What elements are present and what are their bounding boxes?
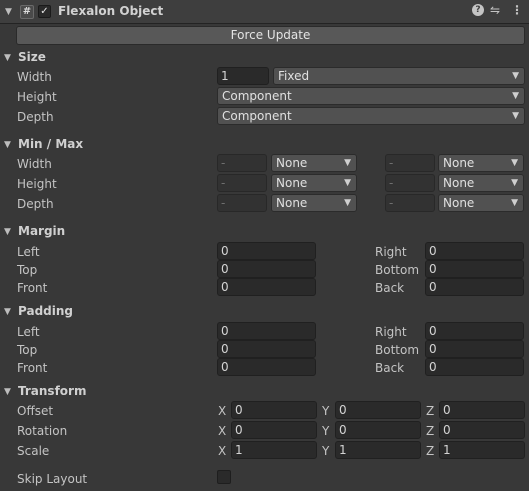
margin-bottom-input[interactable]: 0 [425, 260, 524, 278]
rotation-y-label: Y [322, 424, 330, 438]
size-height-label: Height [17, 90, 57, 104]
chevron-down-icon: ▼ [511, 158, 518, 168]
padding-left-label: Left [17, 325, 40, 339]
padding-top-input[interactable]: 0 [217, 340, 316, 358]
scale-z-label: Z [426, 444, 435, 458]
padding-left-input[interactable]: 0 [217, 322, 316, 340]
enabled-checkbox[interactable]: ✓ [38, 5, 51, 18]
margin-top-label: Top [17, 263, 38, 277]
size-section-title[interactable]: Size [18, 50, 46, 64]
help-icon[interactable]: ? [472, 4, 484, 16]
padding-top-label: Top [17, 343, 38, 357]
chevron-down-icon: ▼ [344, 158, 351, 168]
context-menu-icon[interactable]: ⋮ [511, 3, 523, 17]
max-width-dropdown[interactable]: None ▼ [438, 154, 524, 172]
padding-front-label: Front [17, 361, 48, 375]
foldout-arrow-icon[interactable]: ▼ [5, 7, 12, 17]
component-title: Flexalon Object [58, 4, 164, 18]
padding-right-label: Right [375, 325, 407, 339]
offset-x-label: X [218, 404, 227, 418]
offset-z-input[interactable]: 0 [439, 401, 525, 419]
scale-label: Scale [17, 444, 50, 458]
margin-left-input[interactable]: 0 [217, 242, 316, 260]
margin-bottom-label: Bottom [375, 263, 420, 277]
chevron-down-icon: ▼ [511, 198, 518, 208]
rotation-z-label: Z [426, 424, 435, 438]
size-width-input[interactable]: 1 [217, 67, 269, 85]
max-height-dropdown[interactable]: None ▼ [438, 174, 524, 192]
offset-label: Offset [17, 404, 54, 418]
margin-right-label: Right [375, 245, 407, 259]
margin-back-input[interactable]: 0 [425, 278, 524, 296]
size-depth-mode-dropdown[interactable]: Component ▼ [217, 107, 525, 125]
chevron-down-icon: ▼ [511, 178, 518, 188]
margin-front-label: Front [17, 281, 48, 295]
size-depth-label: Depth [17, 110, 54, 124]
skip-layout-label: Skip Layout [17, 472, 88, 486]
chevron-down-icon: ▼ [344, 198, 351, 208]
margin-back-label: Back [375, 281, 405, 295]
margin-section-title[interactable]: Margin [18, 224, 65, 238]
offset-z-label: Z [426, 404, 435, 418]
min-width-input[interactable]: - [217, 154, 267, 172]
minmax-depth-label: Depth [17, 197, 54, 211]
rotation-y-input[interactable]: 0 [335, 421, 421, 439]
chevron-down-icon: ▼ [512, 91, 519, 101]
scale-x-input[interactable]: 1 [231, 441, 317, 459]
chevron-down-icon: ▼ [512, 111, 519, 121]
scale-x-label: X [218, 444, 227, 458]
chevron-down-icon: ▼ [512, 71, 519, 81]
padding-back-input[interactable]: 0 [425, 358, 524, 376]
margin-right-input[interactable]: 0 [425, 242, 524, 260]
rotation-label: Rotation [17, 424, 68, 438]
scale-y-label: Y [322, 444, 330, 458]
min-width-dropdown[interactable]: None ▼ [271, 154, 357, 172]
script-icon: # [20, 5, 34, 19]
transform-section-title[interactable]: Transform [18, 384, 86, 398]
max-depth-input[interactable]: - [385, 194, 435, 212]
padding-back-label: Back [375, 361, 405, 375]
transform-foldout-icon[interactable]: ▼ [4, 387, 11, 397]
max-depth-dropdown[interactable]: None ▼ [438, 194, 524, 212]
padding-front-input[interactable]: 0 [217, 358, 316, 376]
rotation-x-label: X [218, 424, 227, 438]
skip-layout-checkbox[interactable] [217, 470, 231, 484]
margin-left-label: Left [17, 245, 40, 259]
padding-bottom-input[interactable]: 0 [425, 340, 524, 358]
offset-x-input[interactable]: 0 [231, 401, 317, 419]
scale-z-input[interactable]: 1 [439, 441, 525, 459]
rotation-z-input[interactable]: 0 [439, 421, 525, 439]
min-height-dropdown[interactable]: None ▼ [271, 174, 357, 192]
margin-top-input[interactable]: 0 [217, 260, 316, 278]
size-width-label: Width [17, 70, 52, 84]
padding-foldout-icon[interactable]: ▼ [4, 307, 11, 317]
scale-y-input[interactable]: 1 [335, 441, 421, 459]
rotation-x-input[interactable]: 0 [231, 421, 317, 439]
min-height-input[interactable]: - [217, 174, 267, 192]
minmax-height-label: Height [17, 177, 57, 191]
offset-y-label: Y [322, 404, 330, 418]
max-height-input[interactable]: - [385, 174, 435, 192]
max-width-input[interactable]: - [385, 154, 435, 172]
min-depth-dropdown[interactable]: None ▼ [271, 194, 357, 212]
settings-icon[interactable]: ⇋ [490, 3, 500, 17]
size-height-mode-dropdown[interactable]: Component ▼ [217, 87, 525, 105]
padding-section-title[interactable]: Padding [18, 304, 73, 318]
offset-y-input[interactable]: 0 [335, 401, 421, 419]
force-update-button[interactable]: Force Update [16, 26, 525, 45]
minmax-section-title[interactable]: Min / Max [18, 137, 83, 151]
padding-bottom-label: Bottom [375, 343, 420, 357]
size-width-mode-dropdown[interactable]: Fixed ▼ [273, 67, 525, 85]
margin-foldout-icon[interactable]: ▼ [4, 227, 11, 237]
size-foldout-icon[interactable]: ▼ [4, 53, 11, 63]
padding-right-input[interactable]: 0 [425, 322, 524, 340]
chevron-down-icon: ▼ [344, 178, 351, 188]
min-depth-input[interactable]: - [217, 194, 267, 212]
margin-front-input[interactable]: 0 [217, 278, 316, 296]
minmax-width-label: Width [17, 157, 52, 171]
minmax-foldout-icon[interactable]: ▼ [4, 140, 11, 150]
